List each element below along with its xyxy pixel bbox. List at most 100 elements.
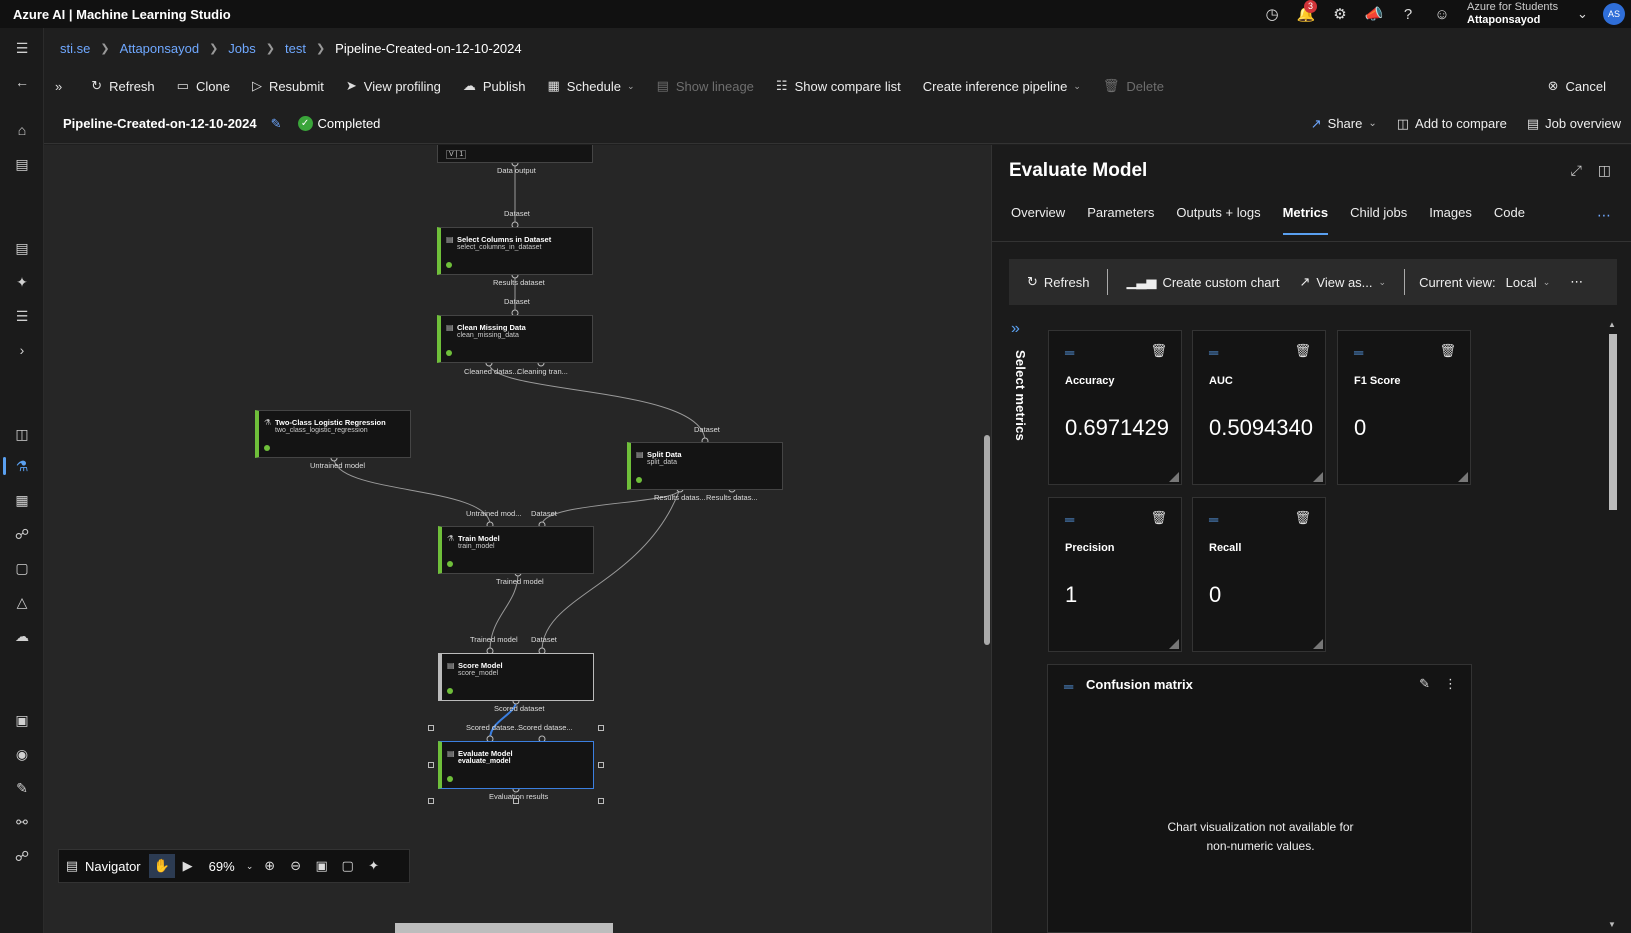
announcement-icon[interactable]: 📣 — [1357, 0, 1391, 28]
navigator-label[interactable]: Navigator — [85, 859, 141, 874]
notifications-icon[interactable]: 🔔 3 — [1289, 0, 1323, 28]
pencil-edit-icon[interactable]: ✎ — [271, 116, 282, 132]
drag-handle-icon[interactable]: ═ — [1209, 345, 1218, 360]
job-overview-button[interactable]: ▤ Job overview — [1517, 116, 1631, 132]
resize-handle[interactable] — [1313, 639, 1323, 649]
drag-handle-icon[interactable]: ═ — [1065, 345, 1074, 360]
drag-handle-icon[interactable]: ═ — [1065, 512, 1074, 527]
pipeline-node-evaluate-model[interactable]: ▤ Evaluate Model evaluate_model — [438, 741, 594, 789]
drag-handle-icon[interactable]: ═ — [1064, 679, 1073, 694]
cancel-button[interactable]: ⊗ Cancel — [1537, 71, 1617, 101]
actual-size-icon[interactable]: ▢ — [335, 858, 361, 874]
metrics-refresh-button[interactable]: ↻ Refresh — [1017, 274, 1099, 290]
settings-gear-icon[interactable]: ⚙ — [1323, 0, 1357, 28]
show-lineage-button[interactable]: ▤ Show lineage — [646, 71, 765, 101]
pipeline-node-split-data[interactable]: ▤ Split Data split_data — [627, 442, 783, 490]
selection-handle[interactable] — [598, 725, 604, 731]
pipeline-node-logistic-regression[interactable]: ⚗ Two-Class Logistic Regression two_clas… — [255, 410, 411, 458]
prompt-flow-icon[interactable]: › — [10, 338, 34, 362]
tab-metrics[interactable]: Metrics — [1282, 205, 1329, 235]
selection-handle[interactable] — [428, 762, 434, 768]
resize-handle[interactable] — [1313, 472, 1323, 482]
more-options-icon[interactable]: ⋯ — [1597, 207, 1611, 224]
create-custom-chart-button[interactable]: ▁▃▅ Create custom chart — [1116, 274, 1289, 290]
back-arrow-icon[interactable]: ← — [10, 70, 34, 94]
show-compare-list-button[interactable]: ☷ Show compare list — [765, 71, 912, 101]
scroll-down-arrow-icon[interactable]: ▼ — [1608, 920, 1616, 929]
feedback-smiley-icon[interactable]: ☺ — [1425, 0, 1459, 28]
pencil-edit-icon[interactable]: ✎ — [1419, 676, 1430, 692]
view-as-dropdown[interactable]: ↗ View as... ⌄ — [1289, 274, 1396, 290]
trash-icon[interactable]: 🗑 — [1150, 510, 1167, 526]
tab-outputs-logs[interactable]: Outputs + logs — [1176, 205, 1260, 235]
canvas-vertical-scrollbar[interactable] — [984, 435, 990, 645]
view-profiling-button[interactable]: ➤ View profiling — [335, 71, 452, 101]
share-button[interactable]: ↗ Share ⌄ — [1301, 116, 1387, 132]
select-metrics-toggle[interactable]: » Select metrics — [1011, 320, 1031, 640]
notebooks-icon[interactable]: ▤ — [10, 236, 34, 260]
designer-icon[interactable]: ☰ — [10, 304, 34, 328]
chevron-down-icon[interactable]: ⌄ — [1577, 6, 1597, 22]
refresh-button[interactable]: ↻ Refresh — [80, 71, 165, 101]
endpoints-icon[interactable]: ☁ — [10, 624, 34, 648]
publish-button[interactable]: ☁ Publish — [452, 71, 537, 101]
dock-panel-icon[interactable]: ◫ — [1598, 162, 1611, 179]
hamburger-menu-icon[interactable]: ☰ — [10, 36, 34, 60]
connections-icon[interactable]: ☍ — [10, 844, 34, 868]
drag-handle-icon[interactable]: ═ — [1209, 512, 1218, 527]
chevron-down-icon[interactable]: ⌄ — [243, 861, 257, 872]
catalog-icon[interactable]: ▤ — [10, 152, 34, 176]
breadcrumb-experiment[interactable]: test — [285, 41, 306, 56]
fit-to-screen-icon[interactable]: ▣ — [309, 858, 335, 874]
models-cube-icon[interactable]: △ — [10, 590, 34, 614]
resize-handle[interactable] — [1169, 639, 1179, 649]
clone-button[interactable]: ▭ Clone — [166, 71, 241, 101]
selection-handle[interactable] — [428, 725, 434, 731]
linked-services-icon[interactable]: ⚯ — [10, 810, 34, 834]
metric-tile-auc[interactable]: ═ 🗑 AUC 0.5094340 — [1192, 330, 1326, 485]
pipeline-node-select-columns[interactable]: ▤ Select Columns in Dataset select_colum… — [437, 227, 593, 275]
resubmit-button[interactable]: ▷ Resubmit — [241, 71, 335, 101]
pipelines-icon[interactable]: ☍ — [10, 522, 34, 546]
trash-icon[interactable]: 🗑 — [1294, 510, 1311, 526]
tab-code[interactable]: Code — [1494, 205, 1525, 235]
expand-icon[interactable]: ⤢ — [1571, 162, 1582, 179]
help-icon[interactable]: ? — [1391, 0, 1425, 28]
account-info[interactable]: Azure for Students Attaponsayod — [1467, 1, 1577, 27]
avatar[interactable]: AS — [1603, 3, 1625, 25]
breadcrumb-user[interactable]: Attaponsayod — [120, 41, 200, 56]
pipeline-node-clean-missing-data[interactable]: ▤ Clean Missing Data clean_missing_data — [437, 315, 593, 363]
current-view-dropdown[interactable]: Local ⌄ — [1496, 275, 1561, 290]
select-pointer-icon[interactable]: ▶ — [175, 858, 201, 874]
confusion-matrix-card[interactable]: ═ Confusion matrix ✎ ⋮ Chart visualizati… — [1047, 664, 1472, 933]
metric-tile-precision[interactable]: ═ 🗑 Precision 1 — [1048, 497, 1182, 652]
pipeline-canvas[interactable]: V | 1 Data output Dataset ▤ Select Colum… — [44, 145, 991, 933]
canvas-horizontal-scrollbar[interactable] — [395, 923, 613, 933]
tab-images[interactable]: Images — [1429, 205, 1472, 235]
delete-button[interactable]: 🗑 Delete — [1092, 71, 1175, 101]
metric-tile-accuracy[interactable]: ═ 🗑 Accuracy 0.6971429 — [1048, 330, 1182, 485]
navigator-icon[interactable]: ▤ — [59, 858, 85, 874]
tab-parameters[interactable]: Parameters — [1087, 205, 1154, 235]
metric-tile-recall[interactable]: ═ 🗑 Recall 0 — [1192, 497, 1326, 652]
automl-icon[interactable]: ✦ — [10, 270, 34, 294]
create-inference-pipeline-button[interactable]: Create inference pipeline ⌄ — [912, 71, 1092, 101]
metric-tile-f1-score[interactable]: ═ 🗑 F1 Score 0 — [1337, 330, 1471, 485]
history-icon[interactable]: ◷ — [1255, 0, 1289, 28]
environments-icon[interactable]: ▢ — [10, 556, 34, 580]
tab-overview[interactable]: Overview — [1011, 205, 1065, 235]
vertical-ellipsis-icon[interactable]: ⋮ — [1444, 676, 1457, 692]
compute-icon[interactable]: ▣ — [10, 708, 34, 732]
home-icon[interactable]: ⌂ — [10, 118, 34, 142]
trash-icon[interactable]: 🗑 — [1439, 343, 1456, 359]
jobs-flask-icon[interactable]: ⚗ — [10, 454, 34, 478]
selection-handle[interactable] — [428, 798, 434, 804]
add-to-compare-button[interactable]: ◫ Add to compare — [1387, 116, 1517, 132]
panel-vertical-scrollbar[interactable]: ▲ ▼ — [1606, 320, 1618, 933]
more-options-icon[interactable]: ⋯ — [1560, 274, 1593, 290]
trash-icon[interactable]: 🗑 — [1150, 343, 1167, 359]
auto-layout-icon[interactable]: ✦ — [361, 858, 387, 874]
zoom-in-icon[interactable]: ⊕ — [257, 858, 283, 874]
resize-handle[interactable] — [1458, 472, 1468, 482]
scroll-up-arrow-icon[interactable]: ▲ — [1608, 320, 1616, 329]
